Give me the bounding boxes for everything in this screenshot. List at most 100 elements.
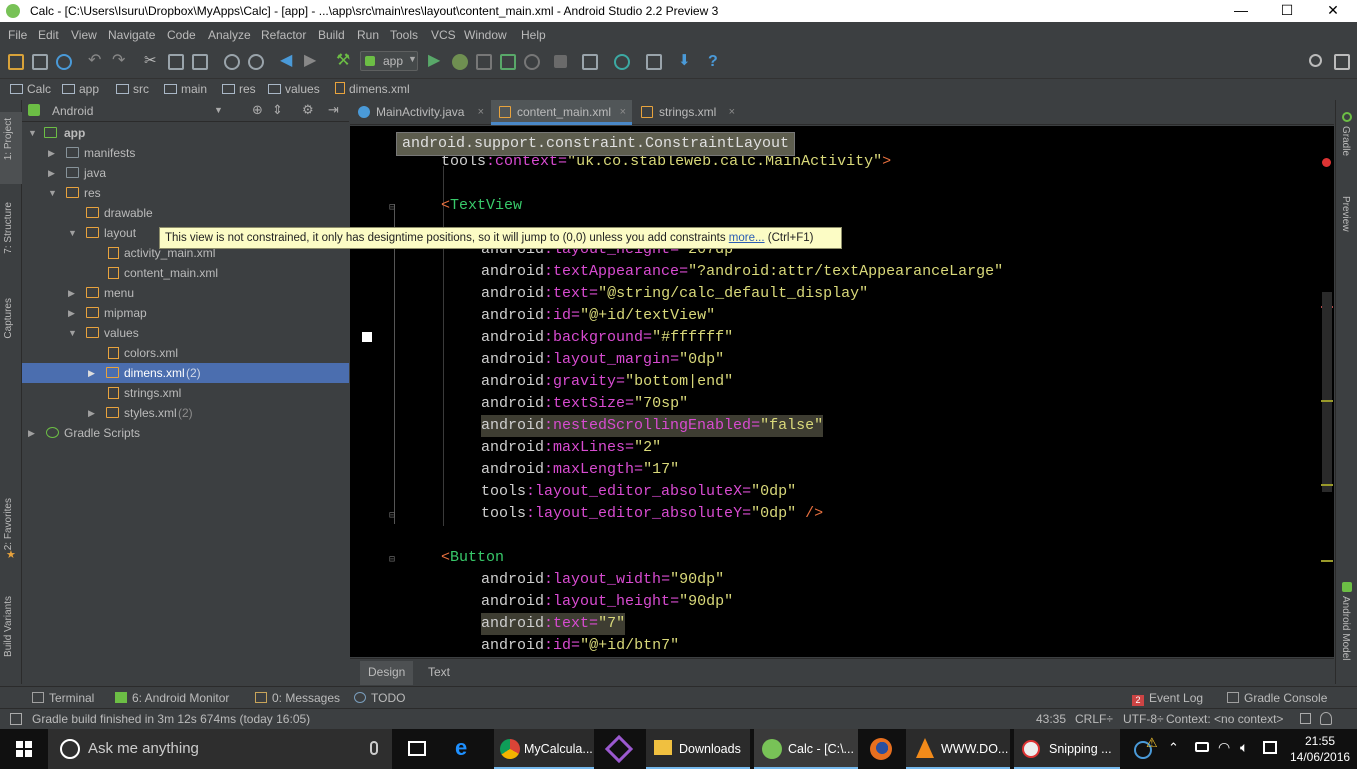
- run-icon[interactable]: ▶: [428, 53, 444, 70]
- menu-tools[interactable]: Tools: [390, 28, 418, 42]
- tree-item-drawable[interactable]: drawable: [22, 203, 349, 223]
- project-view-mode[interactable]: Android: [52, 104, 93, 118]
- expand-arrow-icon[interactable]: ▼: [28, 123, 38, 143]
- tab-text[interactable]: Text: [420, 661, 458, 685]
- menu-code[interactable]: Code: [167, 28, 196, 42]
- menu-analyze[interactable]: Analyze: [208, 28, 251, 42]
- undo-icon[interactable]: ↶: [88, 53, 104, 70]
- tab-strings[interactable]: strings.xml ×: [633, 100, 741, 125]
- android-monitor-button[interactable]: 6: Android Monitor: [115, 691, 229, 705]
- cut-icon[interactable]: ✂: [144, 53, 160, 70]
- warning-marker[interactable]: [1321, 484, 1333, 486]
- tree-item-strings[interactable]: strings.xml: [22, 383, 349, 403]
- taskbar-snipping-tool[interactable]: Snipping ...: [1014, 729, 1120, 769]
- event-log-button[interactable]: 2 Event Log: [1132, 691, 1203, 706]
- chevron-down-icon[interactable]: ▼: [214, 105, 223, 115]
- code-editor[interactable]: ⊟ ⊟ ⊟ tools:context="uk.co.stableweb.cal…: [350, 126, 1334, 657]
- tool-strip-captures[interactable]: Captures: [3, 298, 14, 339]
- visual-studio-icon[interactable]: [604, 734, 634, 764]
- taskbar-downloads[interactable]: Downloads: [646, 729, 750, 769]
- breadcrumb-values[interactable]: values: [268, 82, 320, 96]
- tree-item-menu[interactable]: ▶ menu: [22, 283, 349, 303]
- sync-gradle-icon[interactable]: [614, 54, 630, 70]
- error-icon[interactable]: [1322, 158, 1331, 167]
- forward-icon[interactable]: ▶: [304, 53, 320, 70]
- toggle-tool-windows-icon[interactable]: [10, 713, 22, 725]
- task-view-icon[interactable]: [408, 741, 426, 756]
- minimize-button[interactable]: —: [1218, 0, 1264, 22]
- menu-window[interactable]: Window: [464, 28, 507, 42]
- breadcrumb-src[interactable]: src: [116, 82, 149, 96]
- fold-icon[interactable]: ⊟: [389, 554, 395, 566]
- tree-item-java[interactable]: ▶ java: [22, 163, 349, 183]
- project-structure-icon[interactable]: [646, 54, 662, 70]
- apply-changes-icon[interactable]: [500, 54, 516, 70]
- firefox-icon[interactable]: [870, 738, 892, 760]
- attach-icon[interactable]: [476, 54, 492, 70]
- menu-view[interactable]: View: [71, 28, 97, 42]
- todo-button[interactable]: TODO: [354, 691, 405, 705]
- layout-icon[interactable]: [1334, 54, 1350, 70]
- collapse-arrow-icon[interactable]: ▶: [68, 283, 78, 303]
- tab-mainactivity[interactable]: MainActivity.java ×: [350, 100, 490, 125]
- make-project-icon[interactable]: ⚒: [336, 53, 352, 70]
- wifi-icon[interactable]: ◠: [1218, 739, 1230, 756]
- hide-panel-icon[interactable]: ⇥: [328, 102, 339, 118]
- collapse-arrow-icon[interactable]: ▶: [88, 403, 98, 423]
- back-icon[interactable]: ◀: [280, 53, 296, 70]
- gear-icon[interactable]: ⚙: [302, 102, 314, 118]
- scroll-from-source-icon[interactable]: ⊕: [252, 102, 263, 118]
- warning-marker[interactable]: [1321, 560, 1333, 562]
- find-icon[interactable]: [224, 54, 240, 70]
- tool-strip-gradle[interactable]: Gradle: [1340, 126, 1351, 156]
- close-button[interactable]: ✕: [1310, 0, 1356, 22]
- breadcrumb-main[interactable]: main: [164, 82, 207, 96]
- close-tab-icon[interactable]: ×: [478, 100, 484, 124]
- system-clock[interactable]: 21:55 14/06/2016: [1290, 733, 1350, 765]
- tree-item-mipmap[interactable]: ▶ mipmap: [22, 303, 349, 323]
- messages-button[interactable]: 0: Messages: [255, 691, 340, 705]
- save-icon[interactable]: [32, 54, 48, 70]
- action-center-icon[interactable]: [1263, 741, 1277, 754]
- menu-refactor[interactable]: Refactor: [261, 28, 306, 42]
- collapse-arrow-icon[interactable]: ▶: [68, 303, 78, 323]
- line-separator[interactable]: CRLF÷: [1075, 712, 1113, 726]
- menu-run[interactable]: Run: [357, 28, 379, 42]
- tree-item-app[interactable]: ▼ app: [22, 123, 349, 143]
- open-folder-icon[interactable]: [8, 54, 24, 70]
- tree-item-styles[interactable]: ▶ styles.xml (2): [22, 403, 349, 423]
- lock-icon[interactable]: [1300, 713, 1311, 724]
- menu-file[interactable]: File: [8, 28, 27, 42]
- breadcrumb-res[interactable]: res: [222, 82, 256, 96]
- search-icon[interactable]: [1309, 54, 1322, 67]
- battery-icon[interactable]: [1195, 742, 1209, 752]
- tab-design[interactable]: Design: [360, 661, 414, 685]
- collapse-arrow-icon[interactable]: ▶: [88, 363, 98, 383]
- cortana-search[interactable]: Ask me anything: [48, 729, 392, 769]
- volume-icon[interactable]: 🔈︎: [1240, 739, 1248, 756]
- tree-item-gradle-scripts[interactable]: ▶ Gradle Scripts: [22, 423, 349, 443]
- context-indicator[interactable]: Context: <no context>: [1166, 712, 1283, 726]
- collapse-arrow-icon[interactable]: ▶: [48, 163, 58, 183]
- caret-position[interactable]: 43:35: [1036, 712, 1066, 726]
- warning-marker[interactable]: [1321, 400, 1333, 402]
- tree-item-colors[interactable]: colors.xml: [22, 343, 349, 363]
- fold-icon[interactable]: ⊟: [389, 510, 395, 522]
- run-config-select[interactable]: app ▼: [360, 51, 418, 71]
- tool-strip-android-model[interactable]: Android Model: [1340, 596, 1351, 660]
- taskbar-chrome[interactable]: MyCalcula...: [494, 729, 594, 769]
- file-encoding[interactable]: UTF-8÷: [1123, 712, 1164, 726]
- taskbar-android-studio[interactable]: Calc - [C:\...: [754, 729, 858, 769]
- paste-icon[interactable]: [192, 54, 208, 70]
- menu-build[interactable]: Build: [318, 28, 345, 42]
- collapse-arrow-icon[interactable]: ▶: [48, 143, 58, 163]
- tree-item-manifests[interactable]: ▶ manifests: [22, 143, 349, 163]
- breadcrumb-dimens[interactable]: dimens.xml: [335, 82, 410, 96]
- tool-strip-favorites[interactable]: 2: Favorites: [3, 498, 14, 550]
- tool-strip-structure[interactable]: 7: Structure: [3, 202, 14, 254]
- edge-icon[interactable]: e: [455, 737, 467, 759]
- gradle-console-button[interactable]: Gradle Console: [1227, 691, 1327, 705]
- help-icon[interactable]: ?: [708, 54, 724, 70]
- windows-start-icon[interactable]: [16, 741, 32, 757]
- avd-manager-icon[interactable]: [582, 54, 598, 70]
